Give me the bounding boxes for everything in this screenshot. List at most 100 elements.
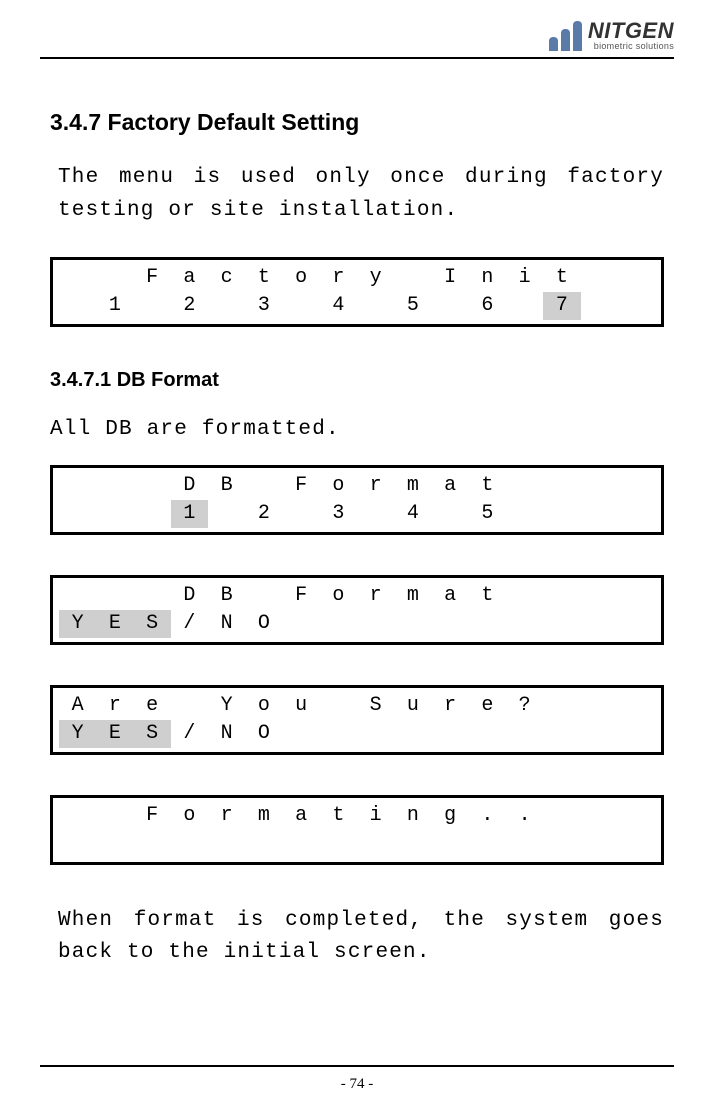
lcd-cell: N [208, 610, 245, 638]
lcd-cell: S [134, 720, 171, 748]
lcd-cell: r [357, 582, 394, 610]
lcd-cell [543, 830, 580, 858]
lcd-cell [469, 830, 506, 858]
lcd-cell: 2 [245, 500, 282, 528]
lcd-db-format-menu: DB Format 1 2 3 4 5 [50, 465, 664, 535]
lcd-cell [543, 720, 580, 748]
lcd-cell [283, 720, 320, 748]
lcd-cell [618, 472, 655, 500]
lcd-cell [581, 610, 618, 638]
lcd-cell: N [208, 720, 245, 748]
lcd-cell: 7 [543, 292, 580, 320]
lcd-cell [581, 830, 618, 858]
page-number: - 74 - [0, 1076, 714, 1093]
lcd-cell: F [283, 582, 320, 610]
lcd-cell [394, 264, 431, 292]
lcd-cell: t [543, 264, 580, 292]
lcd-cell: a [432, 582, 469, 610]
lcd-cell [96, 472, 133, 500]
lcd-cell [59, 830, 96, 858]
lcd-cell: I [432, 264, 469, 292]
lcd-cell: m [394, 582, 431, 610]
lcd-cell [134, 500, 171, 528]
lcd-cell: i [506, 264, 543, 292]
lcd-cell: Y [59, 610, 96, 638]
lcd-cell: F [134, 264, 171, 292]
lcd-cell [134, 472, 171, 500]
lcd-cell: 3 [320, 500, 357, 528]
lcd-cell [320, 720, 357, 748]
logo-bars-icon [549, 21, 582, 51]
lcd-cell: g [432, 802, 469, 830]
lcd-cell: a [283, 802, 320, 830]
lcd-cell [618, 692, 655, 720]
lcd-cell [96, 830, 133, 858]
lcd-cell: 6 [469, 292, 506, 320]
lcd-cell [357, 610, 394, 638]
lcd-cell [59, 500, 96, 528]
lcd-cell [543, 500, 580, 528]
lcd-cell: r [320, 264, 357, 292]
lcd-cell [134, 292, 171, 320]
lcd-cell [581, 802, 618, 830]
lcd-cell: 5 [469, 500, 506, 528]
lcd-cell [432, 610, 469, 638]
lcd-cell: 1 [171, 500, 208, 528]
lcd-cell: B [208, 472, 245, 500]
lcd-cell [432, 292, 469, 320]
lcd-cell [394, 610, 431, 638]
lcd-cell: t [469, 582, 506, 610]
lcd-cell [543, 802, 580, 830]
lcd-cell: t [245, 264, 282, 292]
lcd-cell: m [394, 472, 431, 500]
lcd-cell [581, 500, 618, 528]
brand-logo: NITGEN biometric solutions [549, 20, 674, 51]
lcd-cell [432, 500, 469, 528]
lcd-cell [469, 720, 506, 748]
lcd-cell [618, 582, 655, 610]
lcd-cell: o [320, 472, 357, 500]
lcd-cell [506, 610, 543, 638]
lcd-cell [96, 582, 133, 610]
lcd-cell [581, 582, 618, 610]
lcd-cell: a [171, 264, 208, 292]
lcd-cell: 5 [394, 292, 431, 320]
lcd-cell [171, 830, 208, 858]
lcd-cell [245, 472, 282, 500]
lcd-cell: O [245, 720, 282, 748]
lcd-cell [618, 500, 655, 528]
lcd-cell: 4 [320, 292, 357, 320]
lcd-cell [59, 264, 96, 292]
lcd-cell [618, 830, 655, 858]
lcd-factory-init: Factory Init 1 2 3 4 5 6 7 [50, 257, 664, 327]
lcd-cell: B [208, 582, 245, 610]
lcd-cell: Y [208, 692, 245, 720]
lcd-cell [581, 720, 618, 748]
lcd-cell [245, 830, 282, 858]
lcd-cell [506, 472, 543, 500]
lcd-cell [357, 292, 394, 320]
lcd-cell [96, 802, 133, 830]
lcd-cell [59, 582, 96, 610]
brand-name: NITGEN [588, 20, 674, 42]
lcd-cell: o [171, 802, 208, 830]
header: NITGEN biometric solutions [40, 20, 674, 57]
lcd-cell: o [245, 692, 282, 720]
lcd-cell [59, 802, 96, 830]
lcd-cell: e [134, 692, 171, 720]
lcd-cell: S [134, 610, 171, 638]
lcd-cell: / [171, 720, 208, 748]
lcd-cell: F [283, 472, 320, 500]
lcd-cell: u [283, 692, 320, 720]
lcd-cell [171, 692, 208, 720]
lcd-cell: r [96, 692, 133, 720]
lcd-cell: . [506, 802, 543, 830]
lcd-cell [618, 720, 655, 748]
lcd-cell: 2 [171, 292, 208, 320]
lcd-db-format-confirm: DB Format YES/NO [50, 575, 664, 645]
lcd-cell: ? [506, 692, 543, 720]
lcd-cell: m [245, 802, 282, 830]
lcd-cell [506, 582, 543, 610]
lcd-cell [581, 264, 618, 292]
section-title: 3.4.7 Factory Default Setting [50, 109, 664, 136]
